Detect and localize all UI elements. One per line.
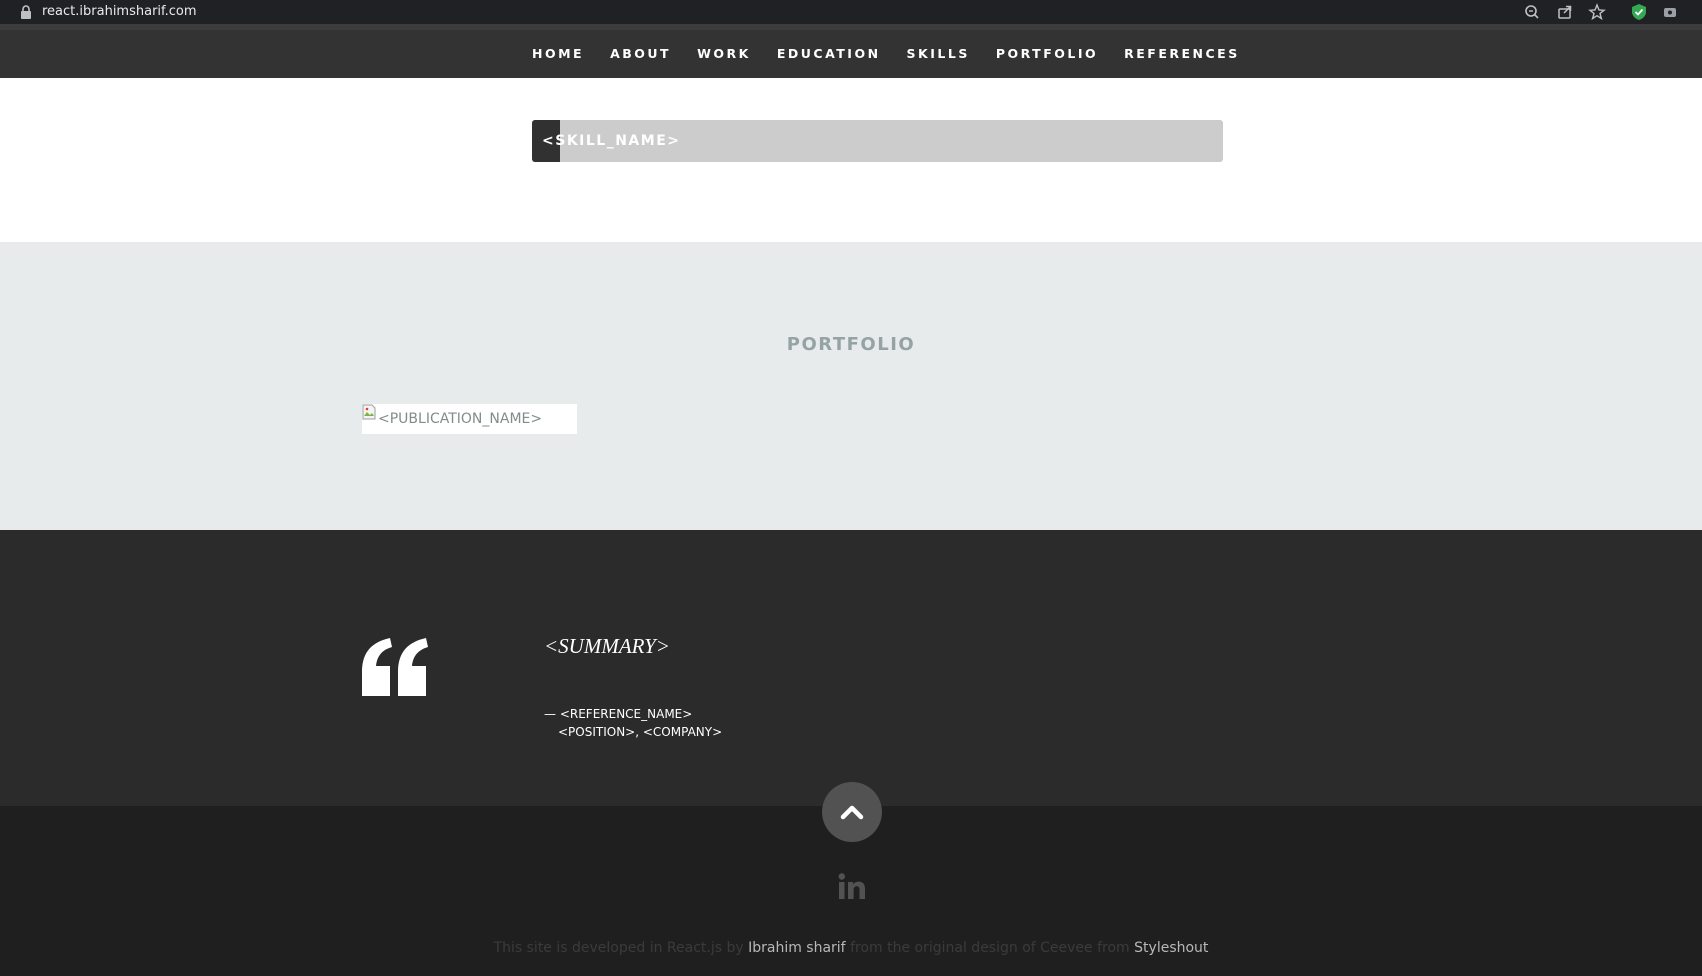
lock-icon <box>21 5 31 19</box>
nav-home[interactable]: HOME <box>532 46 584 61</box>
footer-credit: This site is developed in React.js by Ib… <box>0 940 1702 956</box>
publication-name: <PUBLICATION_NAME> <box>378 411 543 427</box>
nav-skills[interactable]: SKILLS <box>907 46 970 61</box>
nav-education[interactable]: EDUCATION <box>777 46 881 61</box>
nav-work[interactable]: WORK <box>697 46 751 61</box>
footer: This site is developed in React.js by Ib… <box>0 782 1702 976</box>
credit-middle: from the original design of Ceevee from <box>845 940 1135 956</box>
reference-name: — <REFERENCE_NAME> <box>544 707 693 721</box>
chevron-up-icon <box>840 805 864 820</box>
skills-section: <SKILL_NAME> <box>0 78 1702 242</box>
zoom-icon[interactable] <box>1523 3 1541 21</box>
skill-name: <SKILL_NAME> <box>542 133 681 149</box>
scroll-to-top-button[interactable] <box>822 782 882 842</box>
reference-cite: — <REFERENCE_NAME> <POSITION>, <COMPANY> <box>544 705 722 741</box>
bookmark-star-icon[interactable] <box>1588 3 1606 21</box>
shield-extension-icon[interactable] <box>1630 3 1648 21</box>
author-link[interactable]: Ibrahim sharif <box>748 940 846 956</box>
nav-about[interactable]: ABOUT <box>610 46 671 61</box>
quote-icon <box>362 638 428 696</box>
broken-image-icon <box>362 404 376 420</box>
browser-url-bar: react.ibrahimsharif.com <box>0 0 1702 24</box>
styleshout-link[interactable]: Styleshout <box>1134 940 1208 956</box>
linkedin-icon[interactable] <box>838 872 866 900</box>
portfolio-section: PORTFOLIO <PUBLICATION_NAME> <box>0 242 1702 530</box>
credit-prefix: This site is developed in React.js by <box>493 940 749 956</box>
nav-references[interactable]: REFERENCES <box>1124 46 1240 61</box>
portfolio-title: PORTFOLIO <box>786 334 916 355</box>
share-icon[interactable] <box>1556 3 1574 21</box>
references-section: <SUMMARY> — <REFERENCE_NAME> <POSITION>,… <box>0 530 1702 806</box>
reference-summary: <SUMMARY> <box>544 634 670 658</box>
nav-portfolio[interactable]: PORTFOLIO <box>996 46 1098 61</box>
main-nav: HOME ABOUT WORK EDUCATION SKILLS PORTFOL… <box>0 30 1702 78</box>
skill-bar: <SKILL_NAME> <box>532 120 1223 162</box>
portfolio-item[interactable]: <PUBLICATION_NAME> <box>362 404 577 434</box>
address-bar-url[interactable]: react.ibrahimsharif.com <box>42 4 197 19</box>
extension-icon[interactable] <box>1661 3 1679 21</box>
reference-position: <POSITION>, <COMPANY> <box>558 725 723 739</box>
